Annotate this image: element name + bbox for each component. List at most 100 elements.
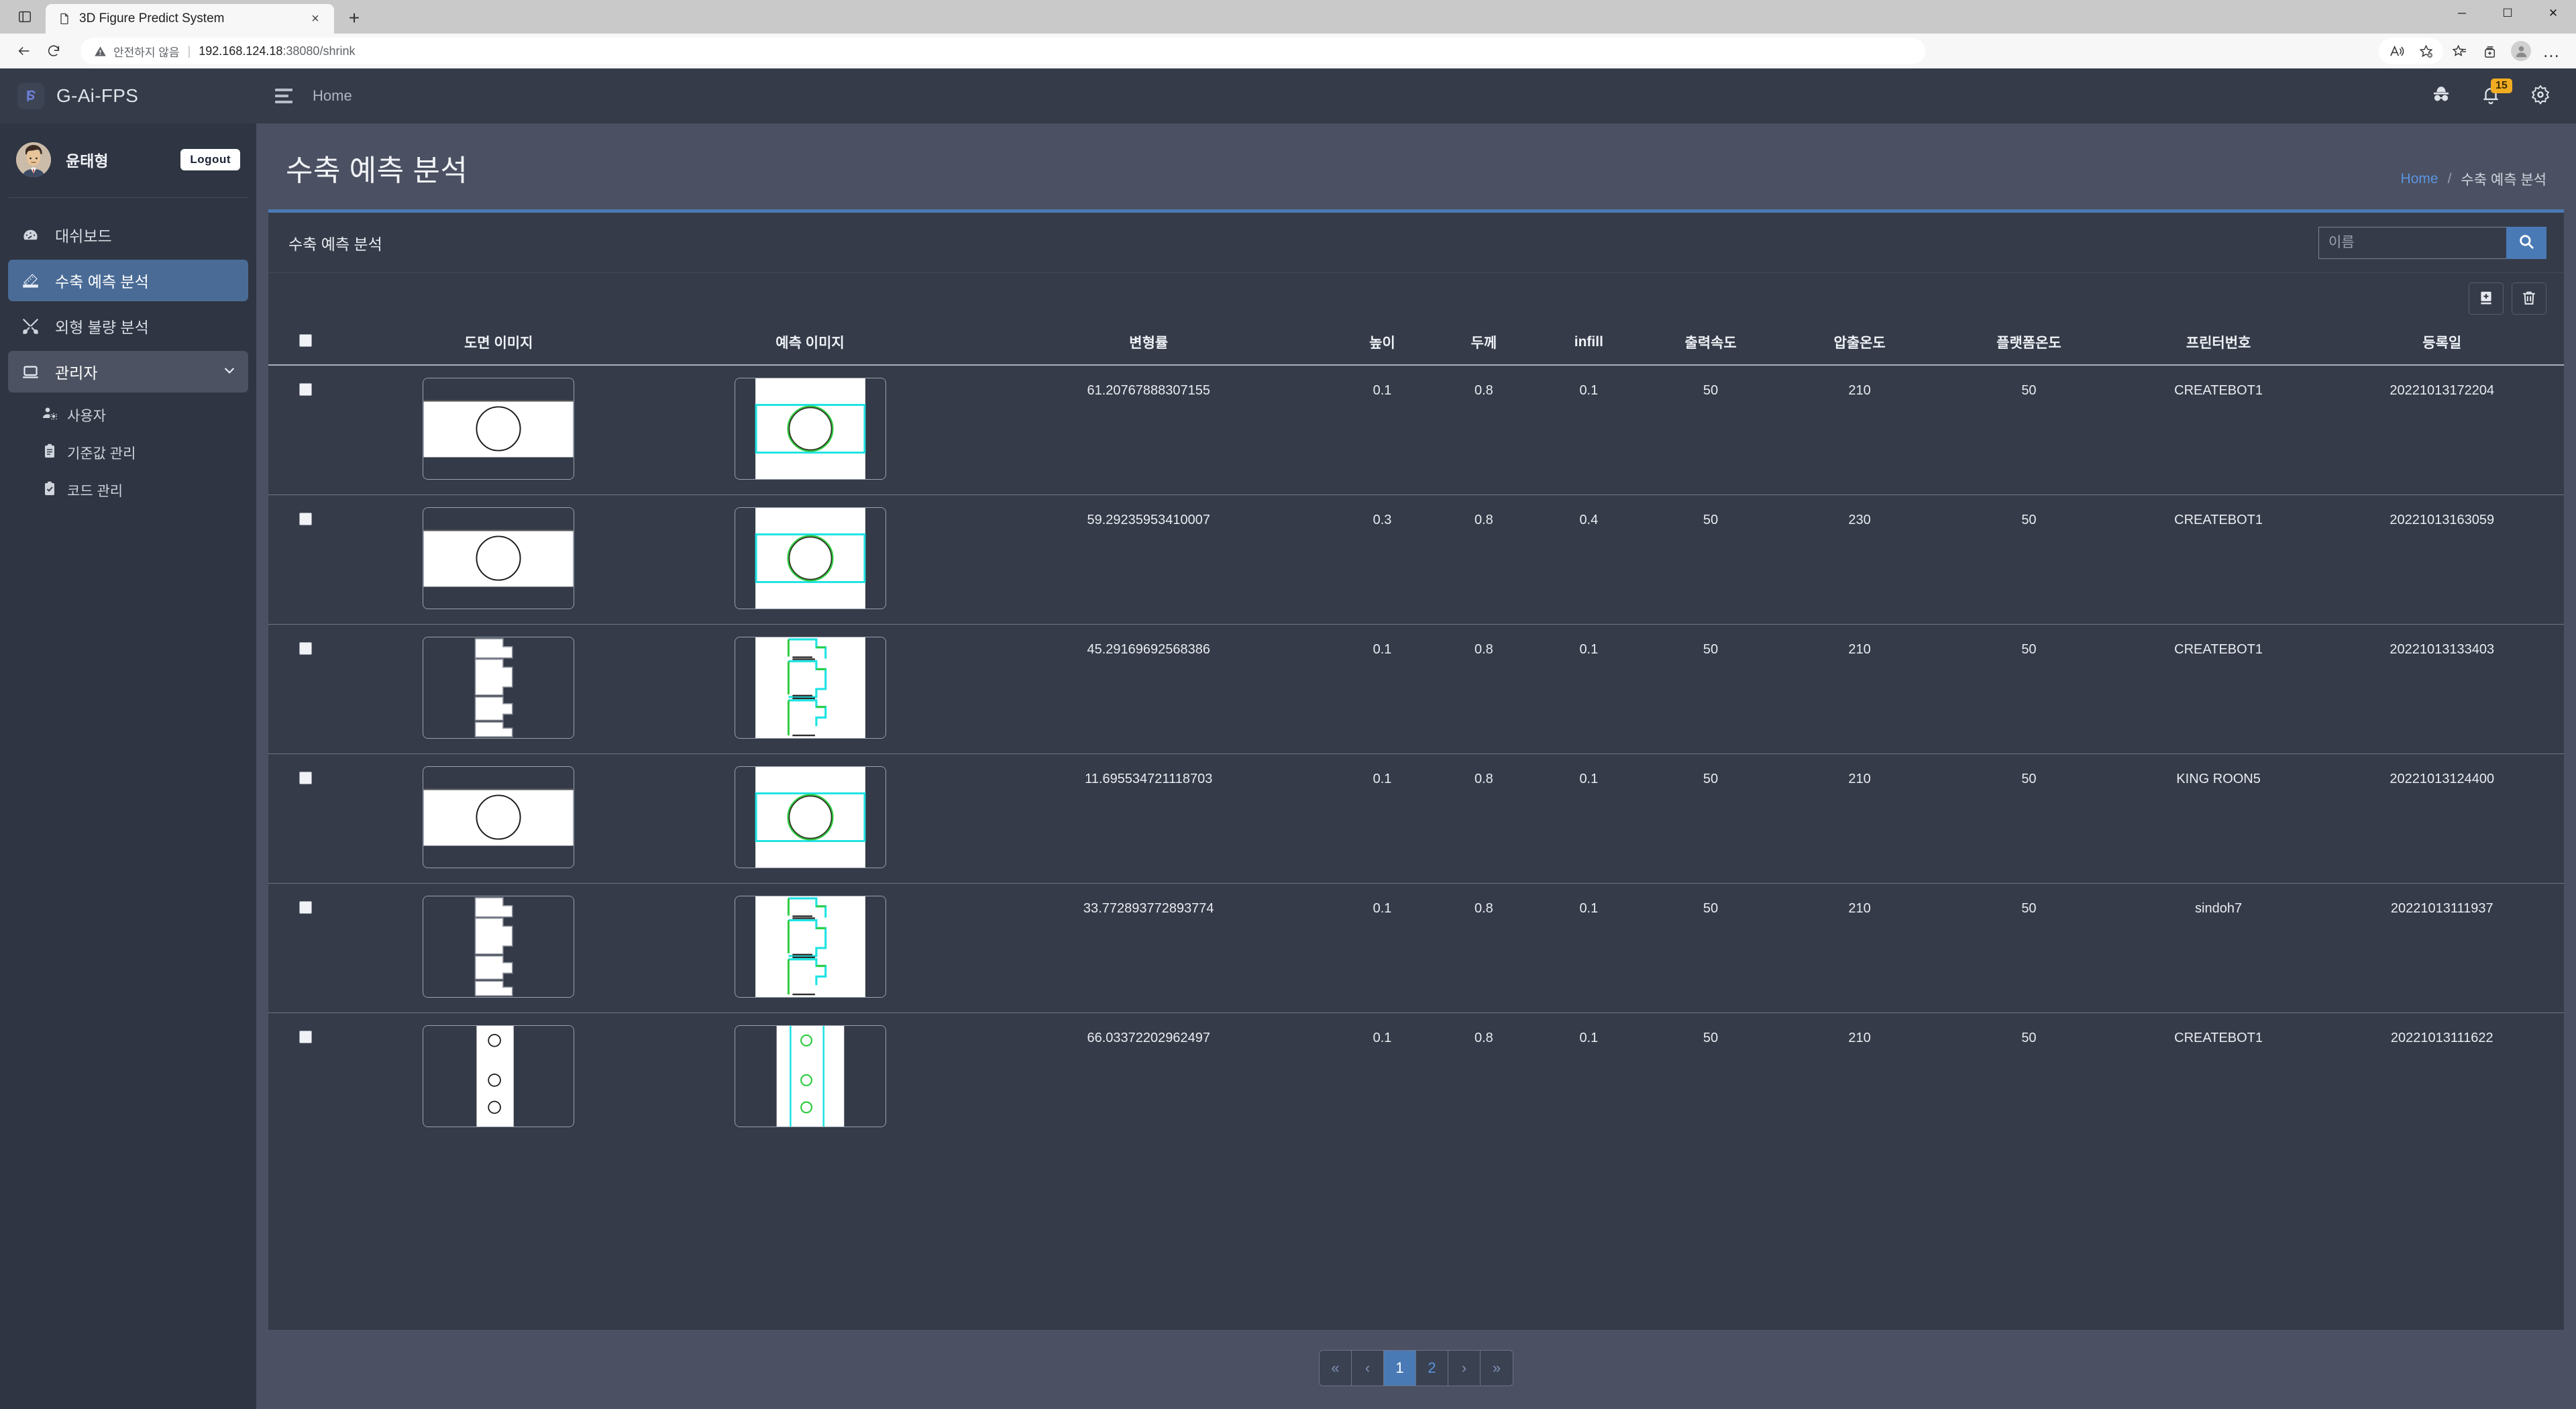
chevron-down-icon[interactable] <box>223 363 236 381</box>
search-input[interactable] <box>2318 226 2506 259</box>
predict-image-cell <box>654 624 966 754</box>
delete-record-button[interactable] <box>2512 282 2546 315</box>
drawing-image-cell <box>343 365 655 495</box>
reload-icon[interactable] <box>39 36 68 66</box>
read-aloud-icon[interactable] <box>2381 36 2411 66</box>
clipboard-check-icon <box>42 480 58 501</box>
window-minimize-button[interactable]: ─ <box>2439 0 2485 27</box>
tools-icon <box>20 317 40 335</box>
col-strain-rate[interactable]: 변형률 <box>965 323 1332 366</box>
predict-image-thumbnail[interactable] <box>734 1025 886 1127</box>
favorites-icon[interactable] <box>2445 36 2474 66</box>
drawing-image-thumbnail[interactable] <box>423 507 575 609</box>
pagination-page-1[interactable]: 1 <box>1384 1351 1416 1386</box>
select-all-checkbox[interactable] <box>299 333 313 347</box>
logout-button[interactable]: Logout <box>180 149 240 170</box>
drawing-image-thumbnail[interactable] <box>423 896 575 998</box>
table-row[interactable]: 45.29169692568386 0.1 0.8 0.1 50 210 50 CREATEB… <box>268 624 2564 754</box>
pagination-page-2[interactable]: 2 <box>1416 1351 1448 1386</box>
col-height[interactable]: 높이 <box>1331 323 1434 366</box>
sidebar-item-label: 수축 예측 분석 <box>55 273 149 291</box>
predict-image-thumbnail[interactable] <box>734 507 886 609</box>
brand-header[interactable]: G-Ai-FPS <box>0 68 256 123</box>
pagination-next[interactable]: › <box>1448 1351 1481 1386</box>
drawing-image-cell <box>343 624 655 754</box>
breadcrumb-home[interactable]: Home <box>2401 171 2438 187</box>
tab-list-icon[interactable] <box>9 1 40 32</box>
predict-image-thumbnail[interactable] <box>734 637 886 739</box>
pagination-last[interactable]: » <box>1481 1351 1513 1386</box>
table-row[interactable]: 59.29235953410007 0.3 0.8 0.4 50 230 50 CREATEB… <box>268 494 2564 625</box>
tab-close-icon[interactable]: × <box>306 9 325 28</box>
pagination-prev[interactable]: ‹ <box>1352 1351 1384 1386</box>
table-row[interactable]: 33.772893772893774 0.1 0.8 0.1 50 210 50 sindoh… <box>268 883 2564 1013</box>
col-drawing-image[interactable]: 도면 이미지 <box>343 323 655 366</box>
row-checkbox[interactable] <box>299 901 313 914</box>
predict-image-thumbnail[interactable] <box>734 378 886 480</box>
table-row[interactable]: 61.20767888307155 0.1 0.8 0.1 50 210 50 CREATEB… <box>268 365 2564 495</box>
add-favorite-icon[interactable] <box>2411 36 2440 66</box>
browser-tab[interactable]: 3D Figure Predict System × <box>46 4 334 34</box>
col-predict-image[interactable]: 예측 이미지 <box>654 323 966 366</box>
drawing-image-thumbnail[interactable] <box>423 378 575 480</box>
notifications-icon[interactable]: 15 <box>2481 78 2512 108</box>
incognito-icon[interactable] <box>2431 85 2451 108</box>
sidebar-item-defect-analysis[interactable]: 외형 불량 분석 <box>8 305 248 347</box>
predict-image-thumbnail[interactable] <box>734 766 886 868</box>
strain-rate-cell: 45.29169692568386 <box>965 624 1332 754</box>
row-checkbox[interactable] <box>299 642 313 655</box>
collections-icon[interactable] <box>2475 36 2505 66</box>
col-registered-date[interactable]: 등록일 <box>2320 323 2564 366</box>
new-tab-button[interactable]: + <box>341 5 368 32</box>
window-close-button[interactable]: ✕ <box>2530 0 2576 27</box>
main-content: Home 15 수축 예측 분석 Home / 수축 예측 분석 수축 예측 분… <box>256 68 2576 1409</box>
address-bar[interactable]: 안전하지 않음 | 192.168.124.18:38080/shrink <box>80 38 1925 64</box>
admin-submenu: 사용자 기준값 관리 코드 관리 <box>8 397 248 509</box>
topbar-home-link[interactable]: Home <box>313 87 352 105</box>
row-checkbox[interactable] <box>299 1031 313 1043</box>
sidebar-item-shrink-analysis[interactable]: 수축 예측 분석 <box>8 260 248 301</box>
drawing-image-thumbnail[interactable] <box>423 637 575 739</box>
col-printer-number[interactable]: 프린터번호 <box>2116 323 2320 366</box>
extrusion-temp-cell: 210 <box>1778 753 1941 884</box>
sidebar-item-standard-values[interactable]: 기준값 관리 <box>27 434 248 472</box>
user-box: 윤태형 Logout <box>0 123 256 197</box>
add-record-button[interactable] <box>2469 282 2504 315</box>
col-platform-temp[interactable]: 플랫폼온도 <box>1941 323 2117 366</box>
predict-image-thumbnail[interactable] <box>734 896 886 998</box>
table-row[interactable]: 66.03372202962497 0.1 0.8 0.1 50 210 50 CREATEB… <box>268 1013 2564 1143</box>
extrusion-temp-cell: 210 <box>1778 624 1941 754</box>
thickness-cell: 0.8 <box>1433 624 1535 754</box>
extrusion-temp-cell: 210 <box>1848 1031 1871 1045</box>
col-extrusion-temp[interactable]: 압출온도 <box>1778 323 1941 366</box>
row-checkbox[interactable] <box>299 772 313 784</box>
platform-temp-cell: 50 <box>1941 624 2117 754</box>
search-button[interactable] <box>2506 226 2546 259</box>
sidebar-item-dashboard[interactable]: 대쉬보드 <box>8 214 248 256</box>
predict-image-cell <box>654 753 966 884</box>
col-print-speed[interactable]: 출력속도 <box>1643 323 1778 366</box>
col-infill[interactable]: infill <box>1534 323 1644 366</box>
browser-more-icon[interactable]: … <box>2537 36 2567 66</box>
sidebar-item-code-management[interactable]: 코드 관리 <box>27 472 248 509</box>
drawing-image-thumbnail[interactable] <box>423 766 575 868</box>
sidebar-item-users[interactable]: 사용자 <box>27 397 248 434</box>
col-thickness[interactable]: 두께 <box>1433 323 1535 366</box>
sidebar-item-admin[interactable]: 관리자 <box>8 351 248 393</box>
row-checkbox[interactable] <box>299 513 313 525</box>
strain-rate-cell: 11.695534721118703 <box>965 753 1332 884</box>
menu-toggle-icon[interactable] <box>275 89 292 103</box>
predict-image-cell <box>654 365 966 495</box>
window-maximize-button[interactable]: ☐ <box>2485 0 2530 27</box>
notification-badge: 15 <box>2491 78 2512 94</box>
settings-gear-icon[interactable] <box>2530 85 2551 108</box>
pagination-first[interactable]: « <box>1320 1351 1352 1386</box>
table-head: 도면 이미지 예측 이미지 변형률 높이 두께 infill 출력속도 압출온도… <box>268 323 2564 366</box>
row-checkbox[interactable] <box>299 383 313 396</box>
infill-cell: 0.1 <box>1534 883 1644 1013</box>
table-row[interactable]: 11.695534721118703 0.1 0.8 0.1 50 210 50 KING R… <box>268 753 2564 884</box>
infill-cell: 0.1 <box>1579 1031 1599 1045</box>
back-icon[interactable] <box>9 36 39 66</box>
drawing-image-thumbnail[interactable] <box>423 1025 575 1127</box>
profile-avatar[interactable] <box>2506 36 2536 66</box>
